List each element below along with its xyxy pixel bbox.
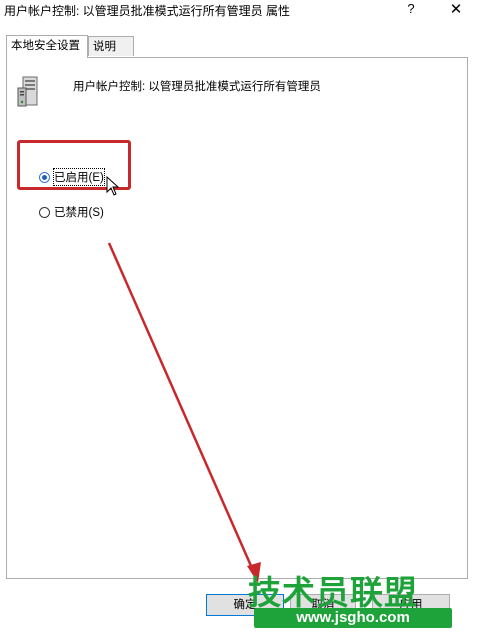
policy-name: 用户帐户控制: 以管理员批准模式运行所有管理员 [73,81,321,93]
tab-explain[interactable]: 说明 [88,36,134,56]
server-icon [17,76,38,107]
tab-panel: 用户帐户控制: 以管理员批准模式运行所有管理员 已启用(E) 已禁用(S) [6,57,468,579]
watermark-url: www.jsgho.com [254,608,452,628]
watermark-text: 技术员联盟 [248,573,418,612]
tab-local-security-setting[interactable]: 本地安全设置 [6,35,88,58]
title-bar: 用户帐户控制: 以管理员批准模式运行所有管理员 属性 ? ✕ [0,0,478,22]
help-button[interactable]: ? [404,1,418,19]
window-title: 用户帐户控制: 以管理员批准模式运行所有管理员 属性 [4,4,291,18]
disabled-label[interactable]: 已禁用(S) [54,204,104,220]
disabled-radio[interactable] [39,206,50,218]
close-button[interactable]: ✕ [446,0,466,20]
disabled-option[interactable]: 已禁用(S) [39,204,104,220]
watermark: 技术员联盟 www.jsgho.com [248,566,472,630]
mouse-cursor-icon [106,176,120,196]
